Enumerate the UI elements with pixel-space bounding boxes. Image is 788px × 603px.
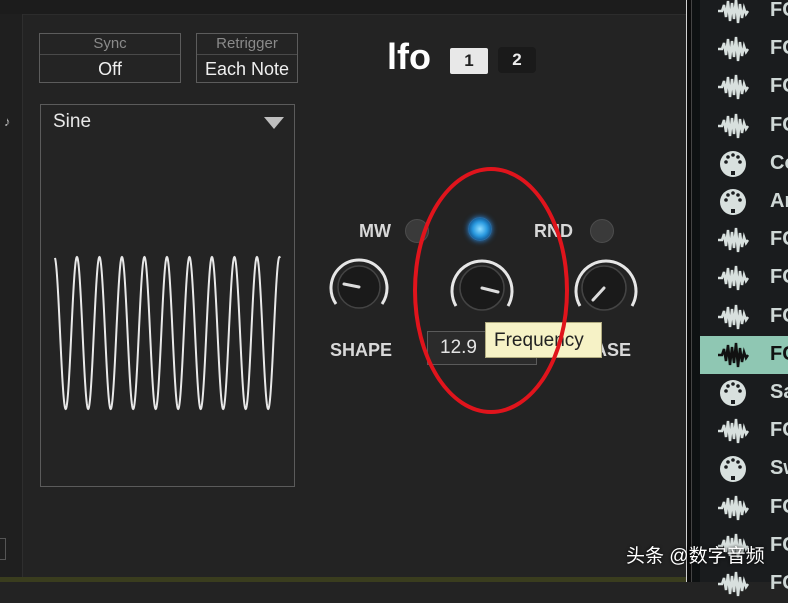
preset-name: FC [770,304,788,327]
waveform-icon [718,342,750,367]
preset-row[interactable]: FC [700,259,788,297]
retrigger-button[interactable]: Retrigger Each Note [196,33,298,83]
preset-name: FC [770,37,788,60]
waveform-icon [718,304,750,329]
midi-icon [720,380,746,406]
preset-row[interactable]: Sw [700,450,788,488]
sync-value: Off [98,59,122,79]
preset-name: FC [770,342,788,365]
sine-waveform-graphic [54,255,281,411]
lfo-tab-1[interactable]: 1 [450,48,488,74]
midi-icon [720,189,746,215]
preset-row[interactable]: FC [700,0,788,30]
preset-row[interactable]: FC [700,221,788,259]
shape-knob[interactable] [322,250,396,324]
preset-row[interactable]: FC [700,68,788,106]
preset-name: FC [770,0,788,21]
preset-row[interactable]: Ar [700,183,788,221]
lfo-panel: ♪ Sync Off Retrigger Each Note Sine lfo … [0,0,686,582]
retrigger-value: Each Note [204,59,290,79]
annotation-circle [413,167,569,414]
preset-row[interactable]: FC [700,298,788,336]
preset-row[interactable]: FC [700,565,788,603]
preset-name: Co [770,151,788,174]
waveform-icon [718,266,750,291]
midi-icon [720,456,746,483]
lfo-tab-2[interactable]: 2 [498,47,536,73]
waveform-selector-value[interactable]: Sine [53,111,91,133]
preset-name: FC [770,228,788,251]
dropdown-arrow-icon[interactable] [264,117,284,129]
watermark: 头条 @数字音频 [626,546,765,567]
bottom-status-strip [0,577,686,582]
waveform-icon [718,419,750,444]
mw-label: MW [359,221,391,241]
waveform-icon [718,571,750,597]
note-icon: ♪ [4,114,11,129]
sine-wave-path [54,255,281,411]
preset-name: FC [770,113,788,136]
waveform-icon [718,228,750,253]
preset-name: FC [770,495,788,518]
waveform-icon [718,113,750,138]
preset-name: Ar [770,190,788,212]
left-edge-control[interactable] [0,538,6,560]
preset-name: FC [770,572,788,594]
lfo-title: lfo [387,36,431,77]
phase-knob[interactable] [566,250,642,324]
preset-name: Sa [770,381,788,403]
panel-left-strip: ♪ [0,14,23,582]
waveform-icon [718,0,750,24]
sync-button[interactable]: Sync Off [39,33,181,83]
waveform-icon [718,75,750,100]
preset-row[interactable]: Sa [700,374,788,412]
waveform-display[interactable]: Sine [40,104,295,487]
preset-name: FC [770,419,788,442]
waveform-icon [718,495,750,520]
preset-row[interactable]: FC [700,335,788,374]
preset-name: FC [770,533,788,556]
preset-row[interactable]: FC [700,412,788,450]
retrigger-label: Retrigger [197,34,297,55]
midi-icon [720,150,746,177]
preset-row[interactable]: FC [700,30,788,68]
preset-name: Sw [770,457,788,480]
panel-splitter[interactable] [686,0,692,582]
preset-row[interactable]: FC [700,107,788,145]
rnd-led[interactable] [590,219,614,243]
waveform-icon [718,37,750,62]
preset-name: FC [770,75,788,98]
preset-name: FC [770,266,788,289]
shape-label: SHAPE [330,340,393,360]
sync-label: Sync [40,34,180,55]
preset-row[interactable]: FC [700,489,788,527]
panel-top-border [0,0,686,15]
preset-list: FC FC FC FC Co Ar FC FC FC FC Sa FC Sw FC FC FC [700,0,788,597]
preset-row[interactable]: Co [700,145,788,183]
